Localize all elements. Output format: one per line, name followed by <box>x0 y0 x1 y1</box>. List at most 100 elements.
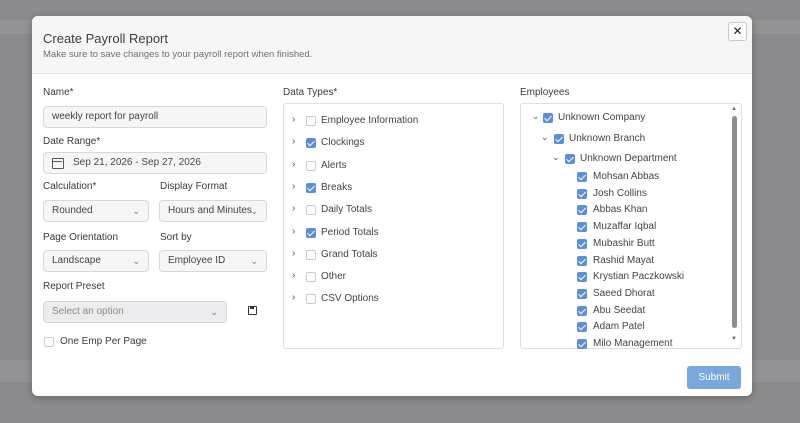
data-type-checkbox[interactable] <box>306 227 316 238</box>
data-type-label: Other <box>321 271 347 283</box>
page-orientation-value: Landscape <box>52 255 101 266</box>
data-type-checkbox[interactable] <box>306 294 316 305</box>
branch-checkbox[interactable] <box>554 134 564 144</box>
date-range-input[interactable]: Sep 21, 2026 - Sep 27, 2026 <box>43 152 267 174</box>
one-emp-per-page-checkbox[interactable] <box>44 337 54 347</box>
employee-name: Krystian Paczkowski <box>593 271 685 283</box>
branch-label: Unknown Branch <box>569 133 646 144</box>
scroll-up-icon[interactable]: ▲ <box>731 106 737 112</box>
data-type-label: CSV Options <box>321 293 379 305</box>
display-format-label: Display Format <box>160 181 228 192</box>
date-range-label: Date Range* <box>43 136 101 147</box>
calculation-value: Rounded <box>52 205 93 216</box>
employee-checkbox[interactable] <box>577 205 587 216</box>
data-type-checkbox[interactable] <box>306 182 316 193</box>
employee-checkbox[interactable] <box>577 188 587 199</box>
chevron-down-icon: ⌄ <box>210 307 218 317</box>
display-format-select[interactable]: Hours and Minutes ⌄ <box>159 200 267 222</box>
page-orientation-select[interactable]: Landscape ⌄ <box>43 250 149 272</box>
chevron-right-icon[interactable]: › <box>292 203 295 214</box>
data-types-label: Data Types* <box>283 87 338 98</box>
data-type-label: Clockings <box>321 137 365 149</box>
data-type-label: Period Totals <box>321 226 379 238</box>
employee-checkbox[interactable] <box>577 339 587 349</box>
employee-checkbox[interactable] <box>577 222 587 233</box>
chevron-right-icon[interactable]: › <box>292 136 295 147</box>
chevron-down-icon[interactable]: ⌄ <box>552 152 560 163</box>
data-type-label: Alerts <box>321 159 347 171</box>
sort-by-value: Employee ID <box>168 255 226 266</box>
save-icon[interactable] <box>248 306 257 315</box>
close-icon[interactable]: ✕ <box>728 22 747 41</box>
chevron-right-icon[interactable]: › <box>292 226 295 237</box>
company-checkbox[interactable] <box>543 113 553 123</box>
dialog-subtitle: Make sure to save changes to your payrol… <box>43 49 313 60</box>
data-type-label: Grand Totals <box>321 248 378 260</box>
data-type-checkbox[interactable] <box>306 160 316 171</box>
employee-name: Abbas Khan <box>593 204 648 216</box>
data-type-label: Daily Totals <box>321 204 372 216</box>
data-types-panel: › Employee Information › Clockings › Alerts › B… <box>283 103 504 349</box>
date-range-value: Sep 21, 2026 - Sep 27, 2026 <box>73 157 201 168</box>
calendar-icon <box>52 158 64 169</box>
data-type-checkbox[interactable] <box>306 116 316 126</box>
data-type-checkbox[interactable] <box>306 272 316 283</box>
report-preset-placeholder: Select an option <box>52 306 124 317</box>
employee-name: Adam Patel <box>593 321 645 333</box>
submit-button[interactable]: Submit <box>687 366 741 389</box>
employee-checkbox[interactable] <box>577 238 587 249</box>
data-type-checkbox[interactable] <box>306 249 316 260</box>
employee-checkbox[interactable] <box>577 272 587 283</box>
display-format-value: Hours and Minutes <box>168 205 252 216</box>
calculation-select[interactable]: Rounded ⌄ <box>43 200 149 222</box>
employees-panel: ⌄ Unknown Company ⌄ Unknown Branch ⌄ Unk… <box>520 103 742 349</box>
sort-by-select[interactable]: Employee ID ⌄ <box>159 250 267 272</box>
chevron-down-icon: ⌄ <box>250 206 258 216</box>
sort-by-label: Sort by <box>160 232 192 243</box>
department-label: Unknown Department <box>580 153 677 164</box>
employees-scrollbar[interactable]: ▲ ▼ <box>731 106 738 346</box>
chevron-down-icon[interactable]: ⌄ <box>541 132 549 143</box>
scroll-down-icon[interactable]: ▼ <box>731 336 737 342</box>
chevron-right-icon[interactable]: › <box>292 181 295 192</box>
data-type-label: Employee Information <box>321 115 419 126</box>
employees-label: Employees <box>520 87 570 98</box>
employee-name: Saeed Dhorat <box>593 287 655 299</box>
department-checkbox[interactable] <box>565 154 575 164</box>
data-type-label: Breaks <box>321 181 353 193</box>
scroll-thumb[interactable] <box>732 116 737 328</box>
employee-name: Abu Seedat <box>593 304 646 316</box>
employee-checkbox[interactable] <box>577 305 587 316</box>
chevron-down-icon: ⌄ <box>132 256 140 266</box>
chevron-right-icon[interactable]: › <box>292 114 295 125</box>
calculation-label: Calculation* <box>43 181 97 192</box>
employee-name: Muzaffar Iqbal <box>593 221 657 233</box>
page-orientation-label: Page Orientation <box>43 232 119 243</box>
report-preset-label: Report Preset <box>43 281 105 292</box>
create-payroll-report-dialog: Create Payroll Report Make sure to save … <box>32 16 752 396</box>
dialog-title: Create Payroll Report <box>43 31 168 46</box>
employee-checkbox[interactable] <box>577 255 587 266</box>
employee-checkbox[interactable] <box>577 288 587 299</box>
report-preset-select[interactable]: Select an option ⌄ <box>43 301 227 323</box>
chevron-down-icon: ⌄ <box>132 206 140 216</box>
employee-name: Rashid Mayat <box>593 254 655 266</box>
chevron-right-icon[interactable]: › <box>292 159 295 170</box>
data-type-checkbox[interactable] <box>306 138 316 149</box>
chevron-down-icon[interactable]: ⌄ <box>532 111 540 122</box>
employee-name: Josh Collins <box>593 187 647 199</box>
employee-name: Mohsan Abbas <box>593 171 660 182</box>
chevron-right-icon[interactable]: › <box>292 248 295 259</box>
chevron-right-icon[interactable]: › <box>292 270 295 281</box>
name-input[interactable]: weekly report for payroll <box>43 106 267 128</box>
employee-name: Mubashir Butt <box>593 237 655 249</box>
company-label: Unknown Company <box>558 112 646 123</box>
name-label: Name* <box>43 87 74 98</box>
employee-checkbox[interactable] <box>577 322 587 333</box>
one-emp-per-page-label: One Emp Per Page <box>60 336 147 347</box>
data-type-checkbox[interactable] <box>306 205 316 216</box>
employee-checkbox[interactable] <box>577 172 587 182</box>
chevron-right-icon[interactable]: › <box>292 292 295 303</box>
chevron-down-icon: ⌄ <box>250 256 258 266</box>
employee-name: Milo Management <box>593 338 673 349</box>
